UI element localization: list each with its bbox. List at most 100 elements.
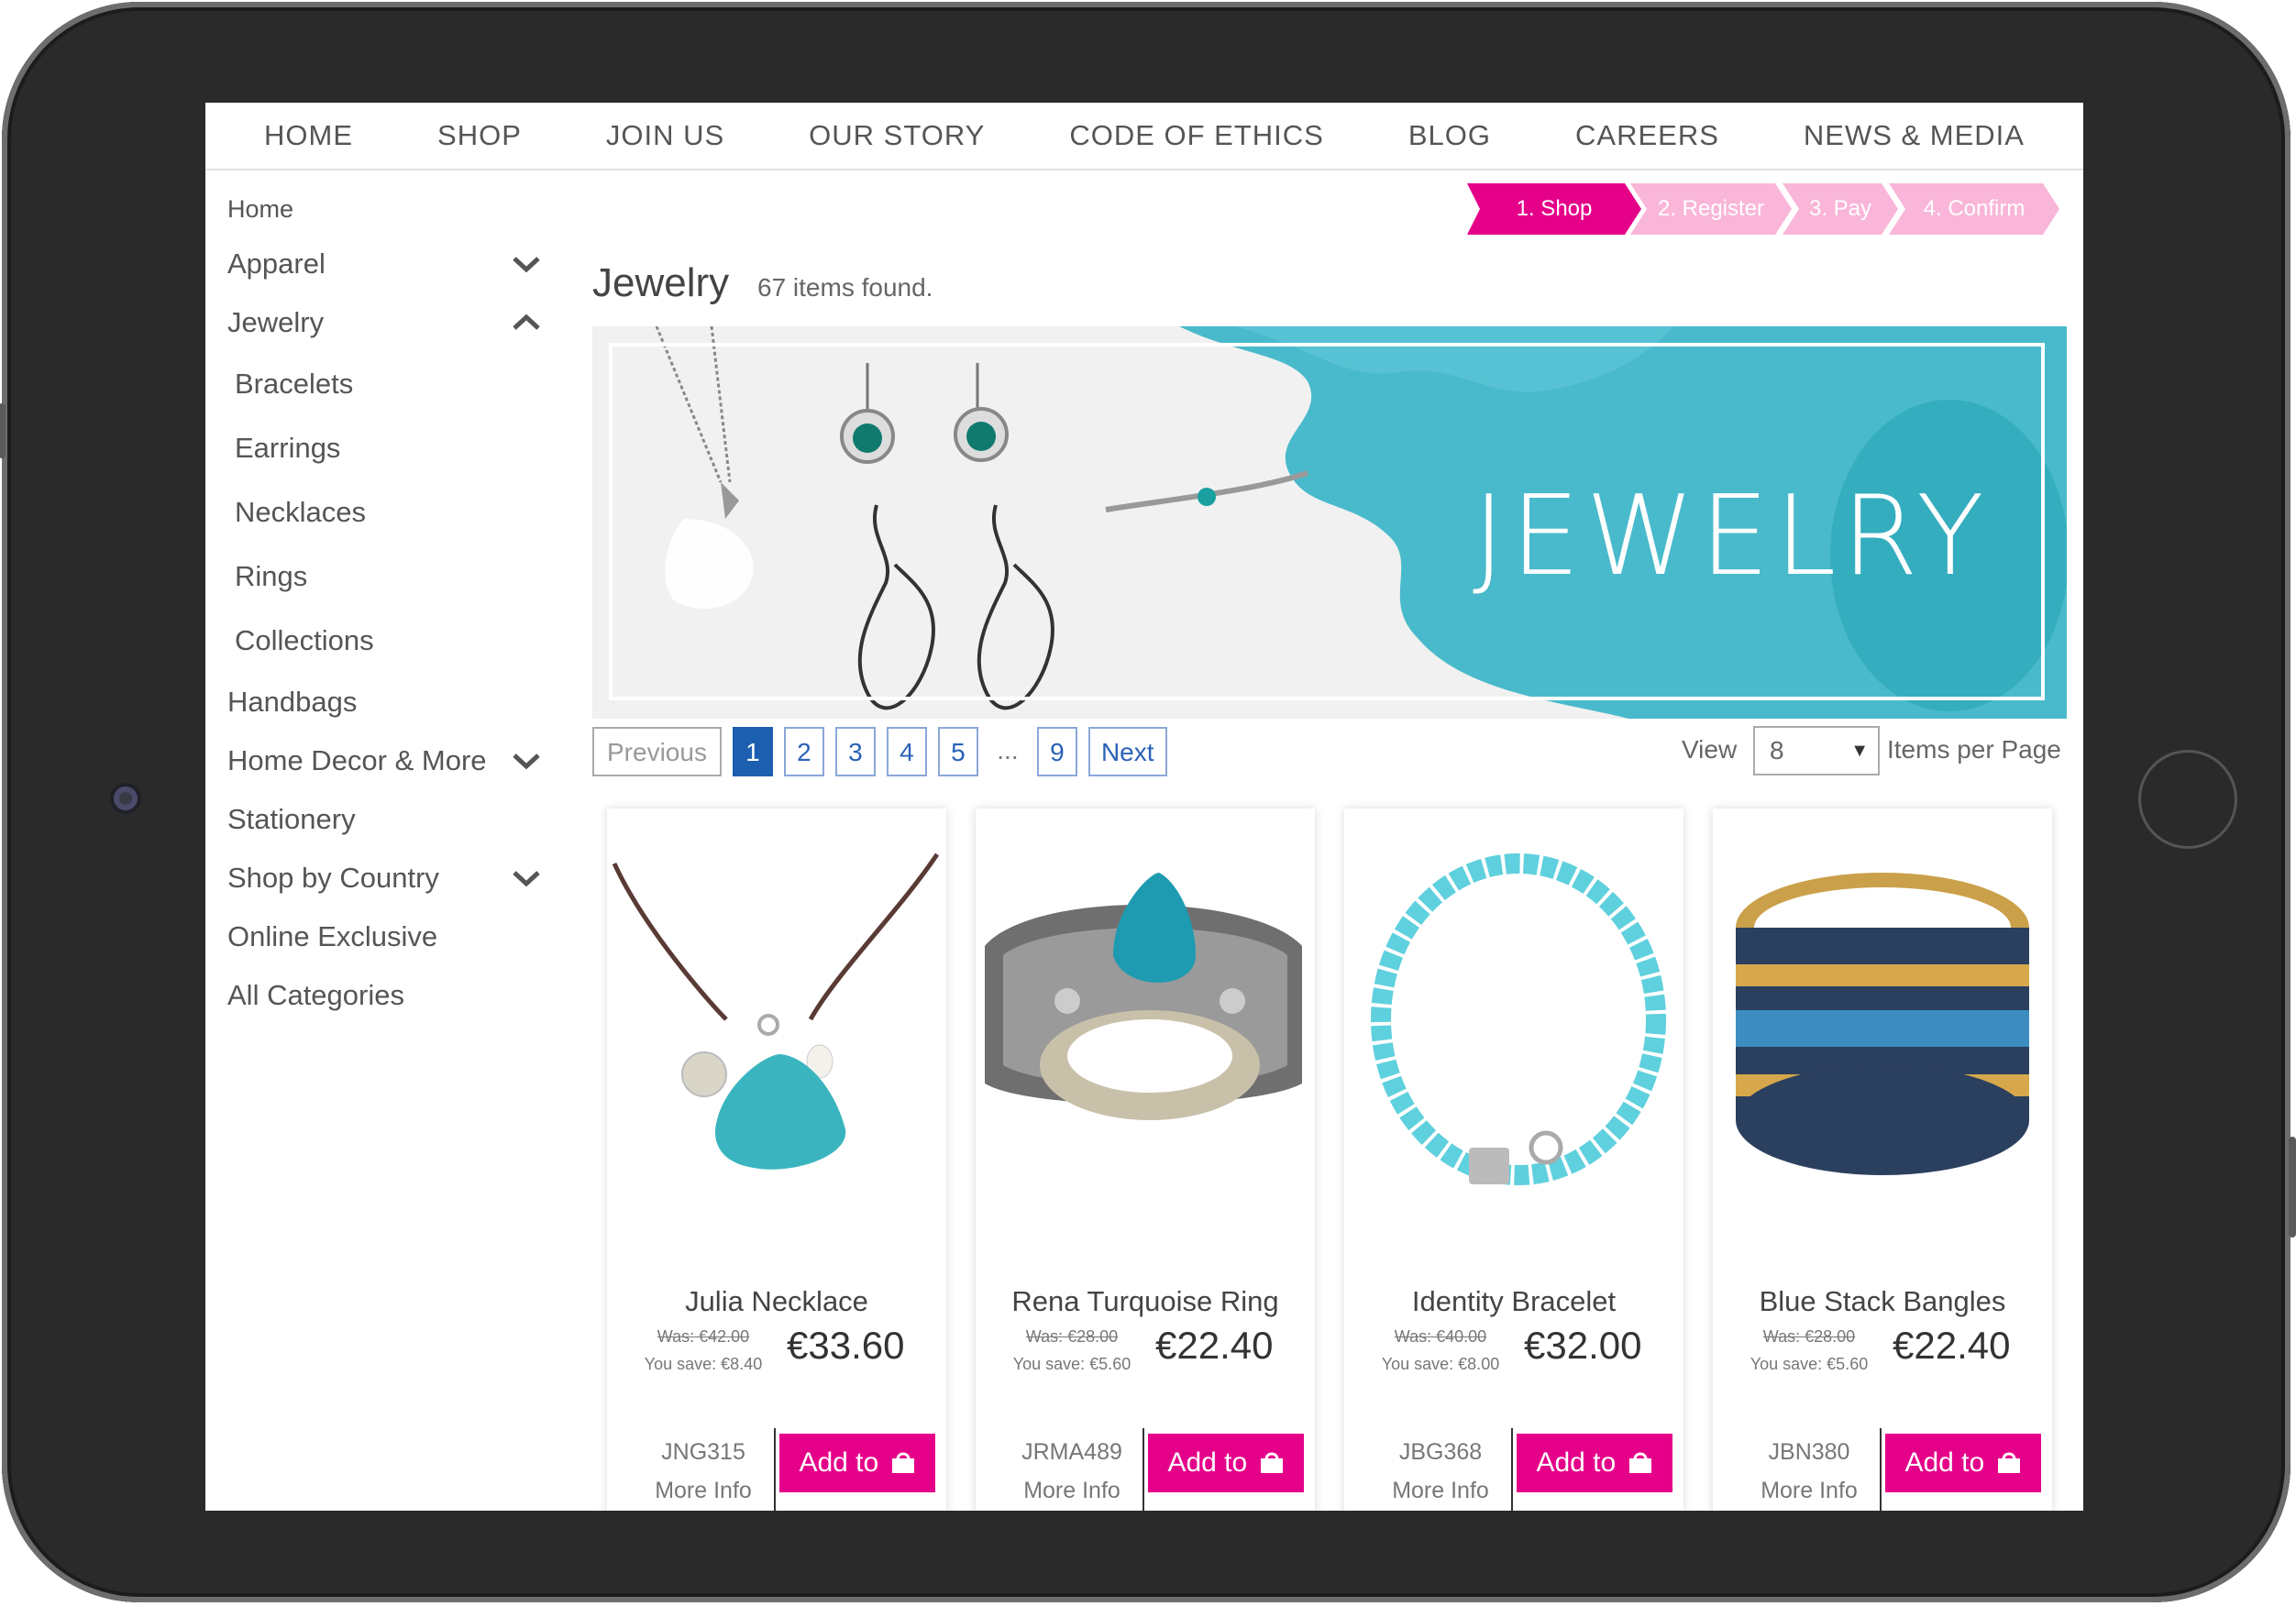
product-image-bangles[interactable] (1713, 808, 2052, 1248)
shopping-bag-icon (1628, 1452, 1651, 1473)
sidebar-item-label: Apparel (227, 248, 326, 280)
product-name[interactable]: Identity Bracelet (1344, 1285, 1683, 1318)
sidebar-subitem-rings[interactable]: Rings (227, 544, 557, 609)
shopping-bag-icon (1260, 1452, 1283, 1473)
home-button[interactable] (2138, 750, 2237, 849)
nav-news-media[interactable]: NEWS & MEDIA (1761, 119, 2067, 152)
divider (774, 1428, 776, 1511)
step-register: 2. Register (1630, 183, 1792, 235)
product-price: €32.00 (1524, 1324, 1642, 1367)
product-price: €22.40 (1893, 1324, 2011, 1367)
sidebar-item-home-decor[interactable]: Home Decor & More (227, 732, 557, 790)
product-card[interactable]: Julia Necklace Was: €42.00 You save: €8.… (607, 808, 946, 1511)
nav-careers[interactable]: CAREERS (1533, 119, 1761, 152)
items-per-page-select[interactable]: 8 ▼ (1753, 726, 1880, 776)
add-to-cart-button[interactable]: Add to (1148, 1434, 1304, 1492)
product-card[interactable]: Rena Turquoise Ring Was: €28.00 You save… (976, 808, 1315, 1511)
sidebar-subitem-collections[interactable]: Collections (227, 609, 557, 673)
pagination-ellipsis: ... (997, 736, 1019, 764)
view-label: View (1682, 735, 1738, 764)
chevron-down-icon[interactable] (508, 732, 545, 790)
pagination-page-2[interactable]: 2 (783, 727, 824, 776)
product-card[interactable]: Identity Bracelet Was: €40.00 You save: … (1344, 808, 1683, 1511)
nav-shop[interactable]: SHOP (395, 119, 564, 152)
product-was-price: Was: €28.00 (1025, 1327, 1119, 1346)
more-info-link[interactable]: More Info (1372, 1478, 1509, 1504)
product-sku: JBN380 (1768, 1439, 1850, 1465)
chevron-down-icon[interactable] (508, 235, 545, 293)
category-banner: JEWELRY (592, 326, 2067, 719)
more-info-link[interactable]: More Info (635, 1478, 772, 1504)
page-title: Jewelry (592, 260, 730, 305)
tablet-volume-key (2289, 1137, 2296, 1238)
tablet-side-key (0, 403, 6, 458)
pagination-next[interactable]: Next (1087, 727, 1167, 776)
product-sku: JRMA489 (1021, 1439, 1122, 1465)
chevron-down-icon[interactable] (508, 849, 545, 908)
sidebar-item-label: Handbags (227, 686, 358, 718)
sidebar-item-label: Home Decor & More (227, 744, 487, 776)
shopping-bag-icon (891, 1452, 914, 1473)
nav-our-story[interactable]: OUR STORY (767, 119, 1027, 152)
nav-home[interactable]: HOME (222, 119, 395, 152)
step-label: 4. Confirm (1923, 196, 2026, 221)
pagination-page-last[interactable]: 9 (1036, 727, 1077, 776)
sidebar-item-all-categories[interactable]: All Categories (227, 966, 557, 1025)
nav-join-us[interactable]: JOIN US (564, 119, 767, 152)
product-savings: You save: €8.00 (1381, 1355, 1500, 1373)
divider (1880, 1428, 1882, 1511)
step-label: 2. Register (1657, 196, 1765, 221)
sidebar-item-handbags[interactable]: Handbags (227, 673, 557, 732)
step-label: 1. Shop (1516, 196, 1593, 221)
pagination-page-5[interactable]: 5 (937, 727, 978, 776)
product-image-bracelet[interactable] (1344, 808, 1683, 1248)
pagination-page-4[interactable]: 4 (886, 727, 927, 776)
add-to-cart-label: Add to (1904, 1447, 1985, 1478)
product-savings: You save: €5.60 (1012, 1355, 1131, 1373)
product-image-ring[interactable] (976, 808, 1315, 1248)
product-name[interactable]: Rena Turquoise Ring (976, 1285, 1315, 1318)
product-was-price: Was: €40.00 (1394, 1327, 1487, 1346)
sidebar-item-label: All Categories (227, 979, 404, 1011)
sidebar-item-apparel[interactable]: Apparel (227, 235, 557, 293)
add-to-cart-label: Add to (799, 1447, 879, 1478)
product-savings: You save: €8.40 (644, 1355, 763, 1373)
pagination-previous[interactable]: Previous (592, 727, 722, 776)
step-confirm: 4. Confirm (1889, 183, 2059, 235)
category-sidebar: Home Apparel Jewelry Bracelets Earrings … (227, 191, 557, 1025)
product-sku: JNG315 (661, 1439, 745, 1465)
sidebar-subitem-earrings[interactable]: Earrings (227, 416, 557, 480)
dropdown-arrow-icon: ▼ (1850, 741, 1869, 761)
nav-blog[interactable]: BLOG (1366, 119, 1533, 152)
camera-icon (114, 786, 138, 810)
product-image-necklace[interactable] (607, 808, 946, 1248)
items-per-page-value: 8 (1770, 736, 1784, 764)
more-info-link[interactable]: More Info (1003, 1478, 1141, 1504)
sidebar-subitem-bracelets[interactable]: Bracelets (227, 352, 557, 416)
pagination-page-1[interactable]: 1 (732, 727, 773, 776)
banner-text: JEWELRY (1473, 473, 1990, 600)
add-to-cart-button[interactable]: Add to (1885, 1434, 2041, 1492)
product-card[interactable]: Blue Stack Bangles Was: €28.00 You save:… (1713, 808, 2052, 1511)
chevron-up-icon[interactable] (508, 293, 545, 352)
product-name[interactable]: Julia Necklace (607, 1285, 946, 1318)
product-was-price: Was: €28.00 (1762, 1327, 1856, 1346)
sidebar-subitem-necklaces[interactable]: Necklaces (227, 480, 557, 544)
items-found-count: 67 items found. (757, 273, 933, 302)
step-shop: 1. Shop (1467, 183, 1641, 235)
more-info-link[interactable]: More Info (1740, 1478, 1878, 1504)
sidebar-item-stationery[interactable]: Stationery (227, 790, 557, 849)
sidebar-item-shop-by-country[interactable]: Shop by Country (227, 849, 557, 908)
add-to-cart-button[interactable]: Add to (779, 1434, 935, 1492)
items-per-page-label: Items per Page (1887, 735, 2061, 764)
sidebar-item-jewelry[interactable]: Jewelry (227, 293, 557, 352)
nav-code-of-ethics[interactable]: CODE OF ETHICS (1027, 119, 1366, 152)
product-was-price: Was: €42.00 (657, 1327, 750, 1346)
add-to-cart-button[interactable]: Add to (1517, 1434, 1672, 1492)
sidebar-item-online-exclusive[interactable]: Online Exclusive (227, 908, 557, 966)
top-navigation: HOME SHOP JOIN US OUR STORY CODE OF ETHI… (205, 103, 2083, 170)
product-name[interactable]: Blue Stack Bangles (1713, 1285, 2052, 1318)
browser-screen: HOME SHOP JOIN US OUR STORY CODE OF ETHI… (205, 103, 2083, 1511)
pagination-page-3[interactable]: 3 (834, 727, 876, 776)
breadcrumb-home[interactable]: Home (227, 191, 557, 227)
